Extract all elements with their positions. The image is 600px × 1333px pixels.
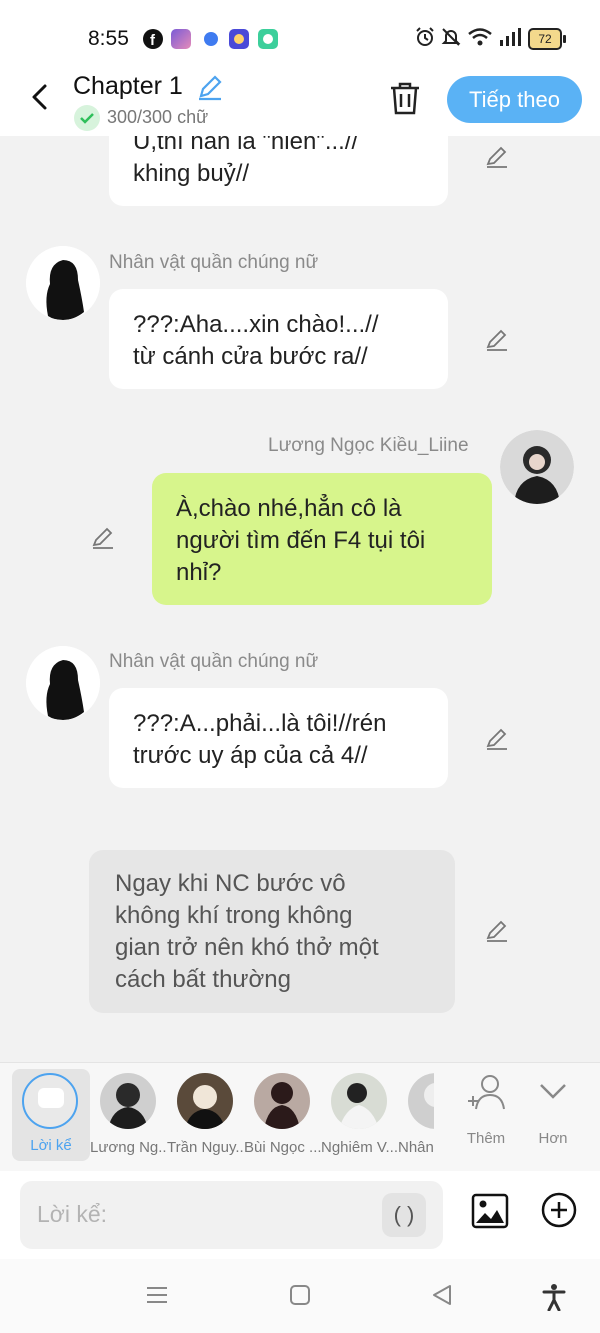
add-character-button[interactable]: Thêm (456, 1073, 516, 1147)
story-chat: U,thì hắn là "hiền"...// khing buỷ// Nhâ… (0, 136, 600, 1062)
message-line: Ngay khi NC bước vô (115, 870, 346, 897)
chevron-down-icon (540, 1084, 566, 1099)
character-name: Nhân vật quần chúng nữ (109, 252, 319, 273)
mute-bell-icon (441, 28, 461, 46)
narration-bubble[interactable]: Ngay khi NC bước vô không khí trong khôn… (89, 850, 455, 1013)
message-line: không khí trong không (115, 902, 353, 929)
more-button[interactable]: Hơn (523, 1073, 583, 1147)
character-avatar (177, 1073, 233, 1129)
edit-title-pencil-icon[interactable] (195, 72, 225, 102)
character-option[interactable]: Lương Ng... (90, 1073, 168, 1156)
more-label: Hơn (538, 1130, 568, 1147)
message-bubble[interactable]: U,thì hắn là "hiền"...// khing buỷ// (109, 136, 448, 206)
back-arrow-icon[interactable] (26, 82, 56, 112)
message-bubble[interactable]: ???:A...phải...là tôi!//rén trước uy áp … (109, 688, 448, 788)
message-line: À,chào nhé,hẳn cô là (176, 495, 402, 522)
messenger-app-icon (201, 29, 221, 49)
character-name: Nhân (398, 1139, 434, 1153)
character-avatar (100, 1073, 156, 1129)
narrator-label: Lời kể (30, 1137, 72, 1154)
message-bubble[interactable]: ???:Aha....xin chào!...// từ cánh cửa bư… (109, 289, 448, 389)
avatar-silhouette[interactable] (26, 646, 100, 720)
message-line: trước uy áp của cả 4// (133, 742, 368, 769)
message-line: ???:A...phải...là tôi!//rén (133, 710, 387, 737)
character-name: Trần Nguy... (167, 1139, 245, 1156)
character-name: Lương Ng... (90, 1139, 168, 1156)
menu-icon[interactable] (145, 1283, 169, 1307)
edit-message-pencil-icon[interactable] (484, 726, 510, 752)
character-avatar (331, 1073, 387, 1129)
character-avatar (254, 1073, 310, 1129)
message-line: khing buỷ// (133, 160, 250, 187)
character-name: Nghiêm V... (321, 1139, 398, 1156)
my-message-bubble[interactable]: À,chào nhé,hẳn cô là người tìm đến F4 tụ… (152, 473, 492, 605)
character-option[interactable]: Nghiêm V... (321, 1073, 398, 1156)
narration-icon (22, 1073, 78, 1129)
trash-icon[interactable] (388, 80, 422, 116)
message-line: ???:Aha....xin chào!...// (133, 311, 379, 338)
character-selector: Lời kể Lương Ng... Trần Nguy... Bùi Ngọc… (0, 1062, 600, 1172)
message-line: nhỉ? (176, 559, 222, 586)
check-icon (74, 105, 100, 131)
accessibility-icon[interactable] (541, 1283, 567, 1311)
word-count: 300/300 chữ (107, 107, 209, 127)
status-bar: 8:55 f 72 (0, 0, 600, 72)
character-name: Lương Ngọc Kiều_Liine (268, 435, 469, 456)
parenthesis-button[interactable]: ( ) (382, 1193, 426, 1237)
wifi-icon (468, 28, 492, 46)
character-name: Nhân vật quần chúng nữ (109, 651, 319, 672)
narrator-option[interactable]: Lời kể (12, 1069, 90, 1161)
avatar-luong-ngoc-kieu[interactable] (500, 430, 574, 504)
message-line: người tìm đến F4 tụi tôi (176, 527, 426, 554)
editor-header: Chapter 1 300/300 chữ Tiếp theo (0, 72, 600, 136)
battery-indicator: 72 (528, 28, 566, 50)
message-line: từ cánh cửa bước ra// (133, 343, 368, 370)
facebook-icon: f (143, 29, 163, 49)
chat-app-icon (258, 29, 278, 49)
back-triangle-icon[interactable] (430, 1283, 454, 1307)
edit-message-pencil-icon[interactable] (484, 327, 510, 353)
input-placeholder: Lời kể: (37, 1201, 108, 1227)
image-icon[interactable] (470, 1191, 510, 1231)
add-circle-icon[interactable] (540, 1191, 578, 1229)
edit-message-pencil-icon[interactable] (484, 144, 510, 170)
character-option[interactable]: Nhân (398, 1073, 434, 1153)
edit-message-pencil-icon[interactable] (90, 525, 116, 551)
edit-message-pencil-icon[interactable] (484, 918, 510, 944)
svg-text:f: f (150, 32, 156, 49)
system-nav-bar (0, 1259, 600, 1333)
home-square-icon[interactable] (288, 1283, 312, 1307)
input-bar: Lời kể: ( ) (0, 1171, 600, 1259)
character-option[interactable]: Trần Nguy... (167, 1073, 245, 1156)
message-line: U,thì hắn là "hiền"...// (133, 136, 359, 155)
character-avatar (408, 1073, 434, 1129)
gallery-app-icon (171, 29, 191, 49)
message-line: gian trở nên khó thở một (115, 934, 379, 961)
add-person-icon (468, 1075, 505, 1110)
add-label: Thêm (466, 1130, 506, 1147)
character-option[interactable]: Bùi Ngọc ... (244, 1073, 322, 1156)
alarm-icon (416, 27, 434, 46)
character-name: Bùi Ngọc ... (244, 1139, 322, 1156)
weather-app-icon (229, 29, 249, 49)
message-line: cách bất thường (115, 966, 291, 993)
narration-input[interactable]: Lời kể: ( ) (20, 1181, 443, 1249)
chapter-title[interactable]: Chapter 1 (73, 72, 183, 101)
status-time: 8:55 (88, 27, 129, 50)
next-button[interactable]: Tiếp theo (447, 76, 582, 123)
avatar-silhouette[interactable] (26, 246, 100, 320)
signal-icon (500, 28, 521, 46)
